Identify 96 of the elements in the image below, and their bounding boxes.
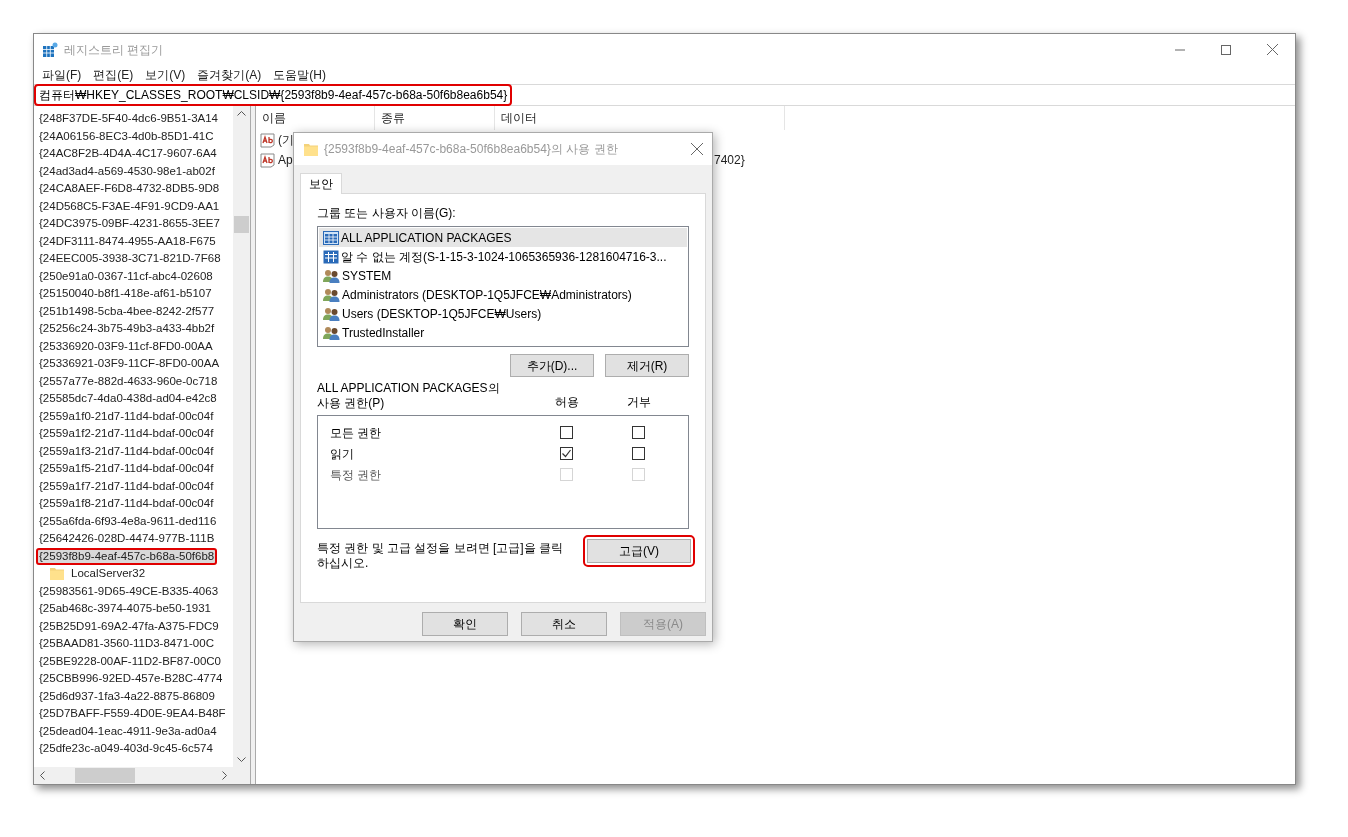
dialog-title: {2593f8b9-4eaf-457c-b68a-50f6b8ea6b54}의 사용 권한 [324, 141, 618, 158]
permission-name: 모든 권한 [330, 424, 383, 442]
dialog-button[interactable]: 고급(V) [587, 539, 691, 563]
menu-item[interactable]: 즐겨찾기(A) [191, 65, 268, 84]
menu-item[interactable]: 파일(F) [36, 65, 88, 84]
value-data: 7402} [714, 152, 745, 169]
tree-item[interactable]: {25dead04-1eac-4911-9e3a-ad0a4 [36, 722, 220, 740]
tree-item[interactable]: {25dfe23c-a049-403d-9c45-6c574 [36, 740, 216, 758]
column-header: 거부 [626, 394, 652, 411]
tree-item[interactable]: {25585dc7-4da0-438d-ad04-e42c8 [36, 390, 220, 408]
tree-item[interactable]: {25d6d937-1fa3-4a22-8875-86809 [36, 687, 218, 705]
tree-item[interactable]: {250e91a0-0367-11cf-abc4-02608 [36, 267, 216, 285]
tree-item[interactable]: {24ad3ad4-a569-4530-98e1-ab02f [36, 162, 218, 180]
address-bar[interactable]: 컴퓨터₩HKEY_CLASSES_ROOT₩CLSID₩{2593f8b9-4eaf-457c-b68a-50f6b8ea6b54} [34, 84, 513, 106]
tree-item[interactable]: {255a6fda-6f93-4e8a-9611-ded116 [36, 512, 220, 530]
value-name: (기 [278, 132, 294, 149]
tree-item[interactable]: {2559a1f2-21d7-11d4-bdaf-00c04f [36, 425, 217, 443]
user-group-icon [323, 287, 340, 302]
allow-checkbox[interactable] [559, 426, 573, 439]
column-header[interactable]: 이름 [256, 106, 375, 130]
tree-item[interactable]: {251b1498-5cba-4bee-8242-2f577 [36, 302, 218, 320]
string-value-icon [260, 152, 276, 168]
principal-row[interactable]: ALL APPLICATION PACKAGES [319, 228, 687, 247]
tree-item[interactable]: {25336921-03F9-11CF-8FD0-00AA [36, 355, 223, 373]
tree-item[interactable]: {25CBB996-92ED-457e-B28C-4774 [36, 670, 226, 688]
allow-checkbox[interactable] [559, 447, 573, 460]
tree-item[interactable]: {25B25D91-69A2-47fa-A375-FDC9 [36, 617, 222, 635]
principal-row[interactable]: Users (DESKTOP-1Q5JFCE₩Users) [319, 304, 687, 323]
menu-item[interactable]: 도움말(H) [267, 65, 332, 84]
tab[interactable]: 보안 [300, 173, 342, 194]
menu-item[interactable]: 편집(E) [87, 65, 140, 84]
scroll-right-icon[interactable] [222, 771, 227, 780]
scrollbar[interactable] [34, 767, 250, 784]
column-header[interactable]: 데이터 [495, 106, 785, 130]
tree-item[interactable]: {25D7BAFF-F559-4D0E-9EA4-B48F [36, 705, 229, 723]
tree-item[interactable]: {24DC3975-09BF-4231-8655-3EE7 [36, 215, 223, 233]
tree-item[interactable]: {25BE9228-00AF-11D2-BF87-00C0 [36, 652, 224, 670]
tree-item[interactable]: {25642426-028D-4474-977B-111B [36, 530, 218, 548]
tree-item[interactable]: {25ab468c-3974-4075-be50-1931 [36, 600, 214, 618]
permissions-label: 사용 권한(P) [317, 396, 386, 411]
tree-item[interactable]: {24DF3111-8474-4955-AA18-F675 [36, 232, 219, 250]
principal-row[interactable]: 알 수 없는 계정(S-1-15-3-1024-1065365936-1281604716-3... [319, 247, 687, 266]
group-label: 그룹 또는 사용자 이름(G): [317, 205, 457, 222]
tree-item[interactable]: {24CA8AEF-F6D8-4732-8DB5-9D8 [36, 180, 223, 198]
tree-item[interactable]: {25BAAD81-3560-11D3-8471-00C [36, 635, 217, 653]
add-button[interactable]: 추가(D)... [510, 354, 594, 377]
tree-item[interactable]: {2593f8b9-4eaf-457c-b68a-50f6b8 [36, 547, 218, 565]
permission-name: 특정 권한 [330, 466, 383, 484]
tree-item[interactable]: LocalServer32 [68, 565, 149, 583]
folder-icon [304, 142, 318, 156]
tree-item[interactable]: {25150040-b8f1-418e-af61-b5107 [36, 285, 215, 303]
dialog-button[interactable]: 확인 [422, 612, 508, 636]
scroll-down-icon[interactable] [237, 757, 246, 762]
permissions-label: ALL APPLICATION PACKAGES의 [317, 381, 501, 396]
window-title: 레지스트리 편집기 [64, 41, 164, 59]
scroll-up-icon[interactable] [237, 111, 246, 116]
advanced-note: 특정 권한 및 고급 설정을 보려면 [고급]을 클릭 하십시오. [317, 541, 564, 571]
deny-checkbox[interactable] [631, 426, 645, 439]
user-group-icon [323, 268, 340, 283]
tree-item[interactable]: {248F37DE-5F40-4dc6-9B51-3A14 [36, 110, 221, 128]
permission-name: 읽기 [330, 445, 355, 463]
tree-item[interactable]: {25983561-9D65-49CE-B335-4063 [36, 582, 222, 600]
scroll-left-icon[interactable] [40, 771, 45, 780]
deny-checkbox[interactable] [631, 447, 645, 460]
user-group-icon [323, 306, 340, 321]
remove-button[interactable]: 제거(R) [605, 354, 689, 377]
tree-item[interactable]: {25336920-03F9-11cf-8FD0-00AA [36, 337, 216, 355]
app-package-icon [323, 230, 339, 245]
scrollbar[interactable] [233, 106, 250, 767]
registry-icon [42, 41, 58, 58]
app-grid-icon [323, 249, 339, 264]
tree-item[interactable]: {24A06156-8EC3-4d0b-85D1-41C [36, 127, 217, 145]
user-group-icon [323, 325, 340, 340]
column-header: 허용 [554, 394, 580, 411]
scroll-thumb[interactable] [75, 768, 135, 783]
scroll-thumb[interactable] [234, 216, 249, 233]
tree-item[interactable]: {24D568C5-F3AE-4F91-9CD9-AA1 [36, 197, 223, 215]
value-name: Ap [278, 152, 293, 169]
menu-item[interactable]: 보기(V) [139, 65, 192, 84]
close-icon[interactable] [690, 142, 704, 156]
string-value-icon [260, 132, 276, 148]
principal-row[interactable]: TrustedInstaller [319, 323, 687, 342]
tree-item[interactable]: {2559a1f7-21d7-11d4-bdaf-00c04f [36, 477, 217, 495]
tree-item[interactable]: {2559a1f5-21d7-11d4-bdaf-00c04f [36, 460, 217, 478]
dialog-button[interactable]: 취소 [521, 612, 607, 636]
tree-item[interactable]: {2559a1f3-21d7-11d4-bdaf-00c04f [36, 442, 217, 460]
tree-item[interactable]: {2559a1f0-21d7-11d4-bdaf-00c04f [36, 407, 217, 425]
principal-row[interactable]: Administrators (DESKTOP-1Q5JFCE₩Administrators) [319, 285, 687, 304]
tree-item[interactable]: {24AC8F2B-4D4A-4C17-9607-6A4 [36, 145, 220, 163]
column-header[interactable]: 종류 [375, 106, 495, 130]
tree-item[interactable]: {2559a1f8-21d7-11d4-bdaf-00c04f [36, 495, 217, 513]
tree-item[interactable]: {24EEC005-3938-3C71-821D-7F68 [36, 250, 224, 268]
tree-item[interactable]: {2557a77e-882d-4633-960e-0c718 [36, 372, 221, 390]
tree-item[interactable]: {25256c24-3b75-49b3-a433-4bb2f [36, 320, 218, 338]
principal-row[interactable]: SYSTEM [319, 266, 687, 285]
folder-icon [50, 567, 64, 581]
